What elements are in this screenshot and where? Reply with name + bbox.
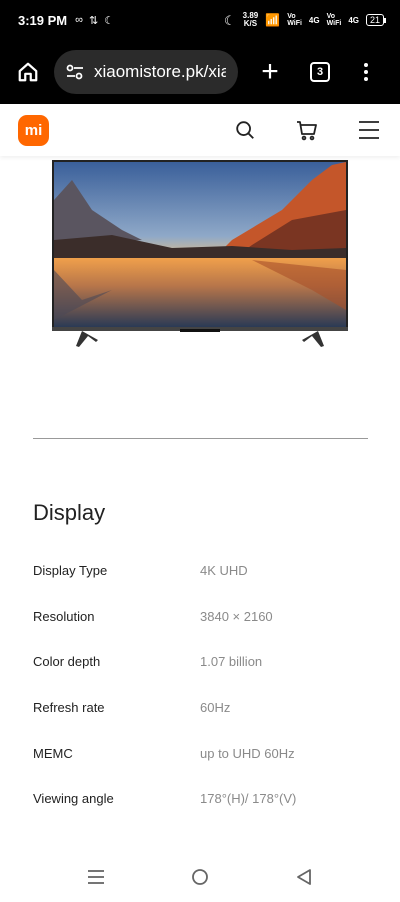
spec-value: 60Hz bbox=[200, 700, 231, 716]
spec-row: Color depth 1.07 billion bbox=[33, 639, 373, 685]
hamburger-icon bbox=[359, 121, 379, 139]
dot bbox=[364, 77, 368, 81]
spec-value: up to UHD 60Hz bbox=[200, 745, 295, 761]
spec-table: Display Type 4K UHD Resolution 3840 × 21… bbox=[33, 548, 373, 822]
mi-logo[interactable]: mi bbox=[18, 114, 49, 146]
search-button[interactable] bbox=[232, 117, 258, 143]
section-divider bbox=[33, 438, 368, 439]
spec-row: Resolution 3840 × 2160 bbox=[33, 594, 373, 640]
address-bar[interactable]: xiaomistore.pk/xia bbox=[54, 50, 238, 94]
speed-unit: K/S bbox=[243, 19, 258, 28]
recents-icon bbox=[88, 870, 104, 884]
spec-value: 4K UHD bbox=[200, 563, 248, 579]
site-settings-icon bbox=[66, 64, 83, 80]
transfer-icon: ⇅ bbox=[88, 14, 99, 27]
section-title: Display bbox=[33, 500, 106, 525]
sim1-label-bottom: WiFi bbox=[287, 20, 302, 27]
sim1-volte: Vo WiFi bbox=[287, 13, 302, 27]
browser-toolbar: xiaomistore.pk/xia + 3 bbox=[0, 40, 400, 104]
network-speed: 3.89 K/S bbox=[243, 12, 259, 28]
site-header: mi bbox=[0, 104, 400, 156]
back-triangle-icon bbox=[297, 869, 311, 885]
spec-row: Display Type 4K UHD bbox=[33, 548, 373, 594]
cart-button[interactable] bbox=[294, 117, 320, 143]
home-button[interactable] bbox=[12, 56, 44, 88]
status-time: 3:19 PM bbox=[18, 12, 68, 28]
dot bbox=[364, 70, 368, 74]
spec-label: Resolution bbox=[33, 608, 95, 624]
system-nav-bar bbox=[0, 852, 400, 902]
tv-product-image bbox=[52, 160, 348, 347]
home-nav-button[interactable] bbox=[188, 865, 212, 889]
spec-row: Refresh rate 60Hz bbox=[33, 685, 373, 731]
spec-label: MEMC bbox=[33, 745, 73, 761]
recents-button[interactable] bbox=[84, 865, 108, 889]
moon-icon: ☾ bbox=[224, 12, 236, 28]
spec-value: 1.07 billion bbox=[200, 654, 263, 670]
back-button[interactable] bbox=[292, 865, 316, 889]
search-icon bbox=[236, 121, 254, 139]
cart-icon bbox=[297, 121, 317, 141]
sim2-label-top: Vo bbox=[326, 13, 336, 20]
circle-home-icon bbox=[192, 869, 208, 885]
tab-switcher-button[interactable]: 3 bbox=[310, 62, 330, 82]
new-tab-button[interactable]: + bbox=[256, 55, 284, 88]
spec-value: 178°(H)/ 178°(V) bbox=[200, 791, 297, 807]
sim1-net: 4G bbox=[308, 15, 320, 25]
sim2-label-bottom: WiFi bbox=[326, 20, 342, 27]
spec-value: 3840 × 2160 bbox=[200, 608, 273, 624]
sim2-volte: Vo WiFi bbox=[327, 13, 342, 27]
battery-indicator: 21 bbox=[365, 14, 387, 26]
spec-label: Refresh rate bbox=[33, 700, 105, 716]
home-icon bbox=[18, 62, 38, 82]
menu-button[interactable] bbox=[356, 117, 382, 143]
spec-row: Viewing angle 178°(H)/ 178°(V) bbox=[33, 776, 373, 822]
plus-icon: + bbox=[261, 55, 279, 88]
spec-label: Viewing angle bbox=[33, 791, 114, 807]
spec-label: Color depth bbox=[33, 654, 101, 670]
sim2-net: 4G bbox=[348, 15, 359, 25]
sim1-label-top: Vo bbox=[287, 13, 296, 20]
status-bar: 3:19 PM ∞ ⇅ ☾ ☾ 3.89 K/S 📶 Vo WiFi 4G Vo… bbox=[0, 0, 400, 40]
spec-label: Display Type bbox=[33, 563, 108, 579]
moon-icon: ☾ bbox=[104, 14, 115, 27]
url-text: xiaomistore.pk/xia bbox=[94, 62, 226, 81]
spec-row: MEMC up to UHD 60Hz bbox=[33, 730, 373, 776]
dot bbox=[364, 63, 368, 67]
wifi-icon: 📶 bbox=[265, 12, 281, 27]
infinity-icon: ∞ bbox=[75, 14, 83, 26]
overflow-menu-button[interactable] bbox=[364, 63, 368, 81]
